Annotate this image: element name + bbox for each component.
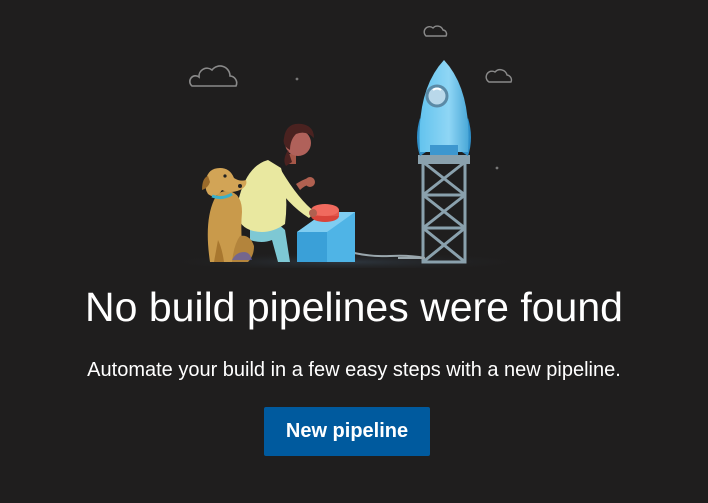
empty-state-subtitle: Automate your build in a few easy steps … (87, 359, 621, 381)
empty-state-illustration (155, 25, 535, 268)
cloud-icon (423, 25, 448, 37)
rocket-icon (417, 60, 471, 156)
empty-state-title: No build pipelines were found (85, 284, 623, 330)
cloud-icon (189, 65, 238, 87)
new-pipeline-button[interactable]: New pipeline (264, 407, 430, 456)
tower-icon (421, 160, 467, 264)
cloud-icon (485, 69, 513, 83)
